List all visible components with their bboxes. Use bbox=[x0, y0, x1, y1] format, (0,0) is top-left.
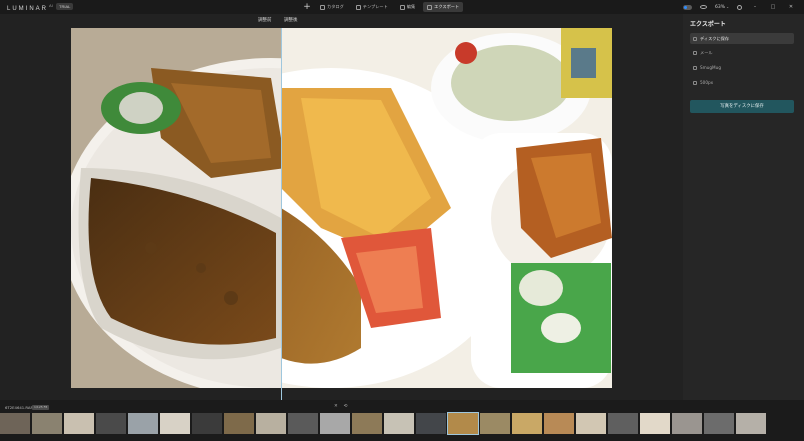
filmstrip-thumbnail[interactable] bbox=[672, 413, 702, 434]
export-disk-item[interactable]: ディスクに保存 bbox=[690, 33, 794, 44]
before-after-divider[interactable] bbox=[281, 28, 282, 416]
tab-edit[interactable]: 編集 bbox=[396, 2, 419, 12]
filmstrip-thumbnail[interactable] bbox=[128, 413, 158, 434]
filmstrip-thumbnail[interactable] bbox=[0, 413, 30, 434]
panel-title: エクスポート bbox=[690, 21, 726, 28]
filmstrip-thumbnail[interactable] bbox=[704, 413, 734, 434]
filmstrip-thumbnail[interactable] bbox=[384, 413, 414, 434]
tab-export[interactable]: エクスポート bbox=[423, 2, 464, 12]
filmstrip-thumbnail[interactable] bbox=[288, 413, 318, 434]
filmstrip-thumbnail[interactable] bbox=[447, 412, 479, 435]
compare-toggle[interactable] bbox=[683, 4, 693, 10]
filmstrip-thumbnail[interactable] bbox=[320, 413, 350, 434]
rotate-icon[interactable]: ⟲ bbox=[344, 404, 354, 409]
app-logo: LUMINARAI bbox=[7, 3, 53, 12]
filmstrip-thumbnail[interactable] bbox=[576, 413, 606, 434]
tab-catalog[interactable]: カタログ bbox=[316, 2, 348, 12]
filmstrip-thumbnail[interactable] bbox=[544, 413, 574, 434]
edit-icon bbox=[399, 4, 405, 10]
filmstrip-thumbnail[interactable] bbox=[512, 413, 542, 434]
app-window: LUMINARAI TRIAL + カタログ テンプレート 編集 エクスポート … bbox=[0, 0, 804, 441]
filmstrip-thumbnail[interactable] bbox=[736, 413, 766, 434]
filmstrip-thumbnail[interactable] bbox=[224, 413, 254, 434]
filmstrip-thumbnail[interactable] bbox=[352, 413, 382, 434]
filmstrip-thumbnail[interactable] bbox=[32, 413, 62, 434]
filmstrip: 6T2E4641.RAF 1/125 F8 ✕⟲ bbox=[0, 400, 804, 441]
tab-templates[interactable]: テンプレート bbox=[352, 2, 392, 12]
filmstrip-thumbnail[interactable] bbox=[160, 413, 190, 434]
info-icon[interactable] bbox=[737, 4, 742, 10]
before-label: 調整前 bbox=[258, 18, 272, 23]
filmstrip-thumbnail[interactable] bbox=[640, 413, 670, 434]
image-canvas: 調整前 調整後 bbox=[0, 14, 683, 416]
filmstrip-thumbnail[interactable] bbox=[608, 413, 638, 434]
filmstrip-controls: ✕⟲ bbox=[334, 404, 354, 409]
thumbnail-strip bbox=[0, 412, 766, 435]
maximize-button[interactable]: □ bbox=[768, 4, 778, 10]
add-photos-button[interactable]: + bbox=[302, 2, 312, 12]
filmstrip-thumbnail[interactable] bbox=[64, 413, 94, 434]
top-bar: LUMINARAI TRIAL + カタログ テンプレート 編集 エクスポート … bbox=[0, 0, 804, 14]
zoom-dropdown[interactable]: 63%⌄ bbox=[715, 5, 729, 10]
500px-icon bbox=[693, 80, 697, 85]
photo-preview[interactable] bbox=[71, 28, 612, 388]
export-smugmug-item[interactable]: SmugMug bbox=[690, 62, 794, 73]
trial-badge: TRIAL bbox=[56, 3, 74, 10]
filmstrip-thumbnail[interactable] bbox=[416, 413, 446, 434]
folder-icon bbox=[320, 4, 325, 10]
export-panel: エクスポート ディスクに保存 メール SmugMug 500px 写真をディスク… bbox=[683, 14, 804, 410]
after-label: 調整後 bbox=[284, 18, 298, 23]
file-name: 6T2E4641.RAF bbox=[5, 405, 33, 410]
close-button[interactable]: ✕ bbox=[786, 4, 796, 10]
export-icon bbox=[427, 4, 433, 10]
close-icon[interactable]: ✕ bbox=[334, 404, 344, 409]
filmstrip-header: 6T2E4641.RAF 1/125 F8 ✕⟲ bbox=[0, 402, 804, 410]
file-info-tag: 1/125 F8 bbox=[32, 405, 50, 410]
filmstrip-thumbnail[interactable] bbox=[480, 413, 510, 434]
mail-icon bbox=[693, 50, 697, 55]
save-to-disk-button[interactable]: 写真をディスクに保存 bbox=[690, 100, 794, 113]
template-icon bbox=[355, 4, 361, 10]
minimize-button[interactable]: – bbox=[750, 4, 760, 10]
folder-icon bbox=[693, 36, 697, 41]
eye-icon[interactable] bbox=[700, 5, 708, 9]
filmstrip-thumbnail[interactable] bbox=[96, 413, 126, 434]
export-500px-item[interactable]: 500px bbox=[690, 77, 794, 88]
main-nav: + カタログ テンプレート 編集 エクスポート bbox=[302, 2, 464, 12]
smugmug-icon bbox=[693, 65, 697, 70]
filmstrip-thumbnail[interactable] bbox=[192, 413, 222, 434]
filmstrip-thumbnail[interactable] bbox=[256, 413, 286, 434]
export-mail-item[interactable]: メール bbox=[690, 47, 794, 58]
top-right-controls: 63%⌄ – □ ✕ bbox=[683, 2, 796, 12]
